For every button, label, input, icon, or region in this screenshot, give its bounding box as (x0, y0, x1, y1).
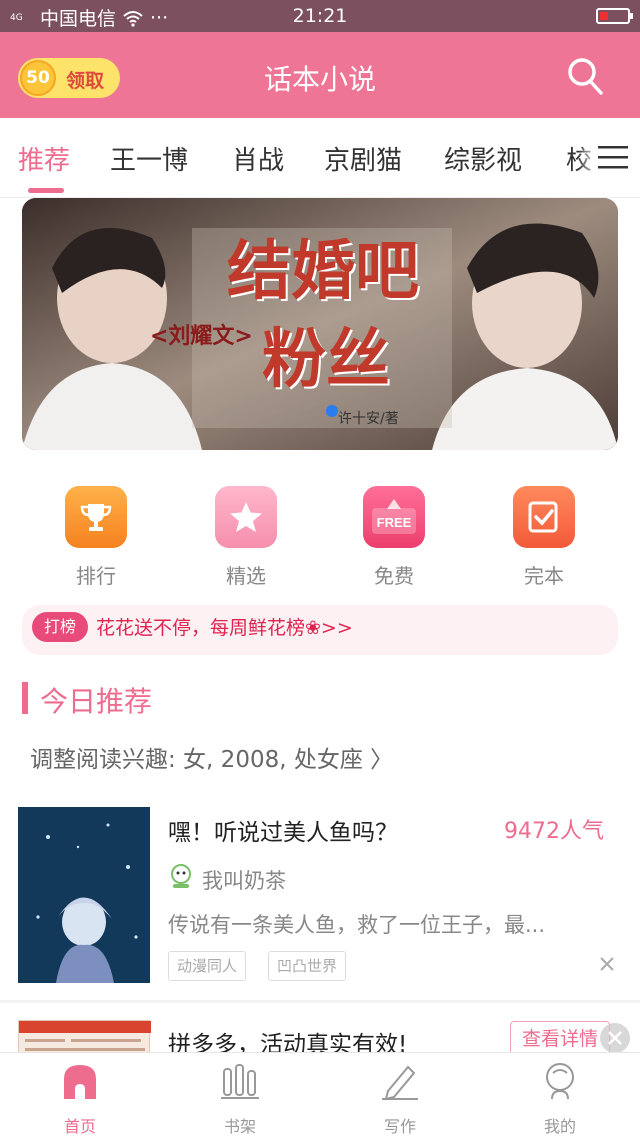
star-icon (215, 486, 277, 548)
book-card[interactable]: 嘿！听说过美人鱼吗？ 9472人气 我叫奶茶 传说有一条美人鱼，救了一位王子，最… (0, 795, 640, 995)
tab-zongyingshi[interactable]: 综影视 (444, 140, 522, 177)
free-label: 免费 (374, 564, 414, 588)
close-icon[interactable] (598, 955, 616, 973)
nav-home-label: 首页 (63, 1117, 96, 1136)
banner-subtitle: <刘耀文> (150, 324, 253, 349)
tab-jingjumao[interactable]: 京剧猫 (324, 140, 402, 177)
tab-wang-yibo[interactable]: 王一博 (110, 140, 188, 177)
category-tabs: 推荐 王一博 肖战 京剧猫 综影视 校 (0, 118, 640, 198)
notice-badge: 打榜 (32, 612, 88, 642)
book-author[interactable]: 我叫奶茶 (202, 865, 286, 895)
carousel-indicator[interactable] (326, 405, 338, 417)
tab-xiao-zhan[interactable]: 肖战 (232, 140, 284, 177)
author-avatar-icon (171, 864, 191, 888)
active-tab-indicator (28, 188, 64, 193)
book-popularity: 9472人气 (504, 819, 604, 844)
wifi-icon (123, 10, 143, 27)
check-icon (513, 486, 575, 548)
rank-entry[interactable]: 排行 (46, 486, 146, 589)
tab-recommend[interactable]: 推荐 (18, 140, 70, 177)
home-icon (64, 1065, 96, 1099)
carrier-name: 中国电信 (40, 8, 117, 30)
bookshelf-icon (221, 1064, 259, 1099)
quick-entries: 排行 精选 FREE 免费 完本 (0, 470, 640, 590)
free-icon: FREE (363, 486, 425, 548)
search-icon[interactable] (566, 56, 604, 96)
notice-text: 花花送不停，每周鲜花榜❀>> (96, 617, 353, 639)
completed-label: 完本 (524, 564, 564, 588)
menu-icon[interactable] (598, 144, 628, 170)
banner-author: 许十安/著 (338, 411, 399, 427)
section-title: 今日推荐 (40, 685, 153, 718)
svg-text:FREE: FREE (377, 515, 412, 530)
book-summary: 传说有一条美人鱼，救了一位王子，最... (168, 913, 546, 937)
app-header: 50 领取 话本小说 (0, 32, 640, 118)
ad-card[interactable]: 拼多多，活动真实有效! 查看详情 (0, 1003, 640, 1058)
status-left: 4G 中国电信 ··· (10, 4, 168, 31)
nav-write[interactable]: 写作 (340, 1061, 460, 1137)
selected-entry[interactable]: 精选 (196, 486, 296, 589)
nav-bookshelf-label: 书架 (223, 1117, 256, 1136)
battery-icon (596, 8, 633, 24)
trophy-icon (65, 486, 127, 548)
nav-profile-label: 我的 (543, 1117, 576, 1136)
nav-profile[interactable]: 我的 (500, 1061, 620, 1137)
free-entry[interactable]: FREE 免费 (344, 486, 444, 589)
section-marker (22, 682, 28, 714)
featured-banner[interactable]: 结婚吧 粉丝 <刘耀文> 许十安/著 (22, 198, 618, 450)
book-title[interactable]: 嘿！听说过美人鱼吗？ (168, 813, 398, 847)
banner-title-2: 粉丝 (262, 322, 390, 397)
pen-icon (382, 1065, 418, 1101)
adjust-interest-link[interactable]: 调整阅读兴趣: 女, 2008, 处女座 〉 (30, 740, 393, 774)
nav-home[interactable]: 首页 (20, 1061, 140, 1137)
status-bar: 4G 中国电信 ··· 21:21 (0, 0, 640, 32)
rank-label: 排行 (76, 564, 116, 588)
selected-label: 精选 (226, 564, 266, 588)
completed-entry[interactable]: 完本 (494, 486, 594, 589)
profile-icon (546, 1063, 574, 1100)
app-title: 话本小说 (263, 63, 376, 96)
ad-close-icon[interactable] (600, 1023, 630, 1053)
flower-ranking-notice[interactable]: 打榜 花花送不停，每周鲜花榜❀>> (22, 605, 618, 655)
more-dots: ··· (150, 6, 169, 29)
nav-bookshelf[interactable]: 书架 (180, 1061, 300, 1137)
nav-write-label: 写作 (383, 1117, 416, 1136)
bottom-nav: 首页 书架 写作 我的 (0, 1052, 640, 1138)
book-cover (18, 807, 150, 983)
banner-title-1: 结婚吧 (227, 234, 419, 309)
book-tag[interactable]: 动漫同人 (168, 951, 247, 981)
book-tag[interactable]: 凹凸世界 (268, 951, 347, 981)
network-indicator: 4G (10, 12, 23, 23)
